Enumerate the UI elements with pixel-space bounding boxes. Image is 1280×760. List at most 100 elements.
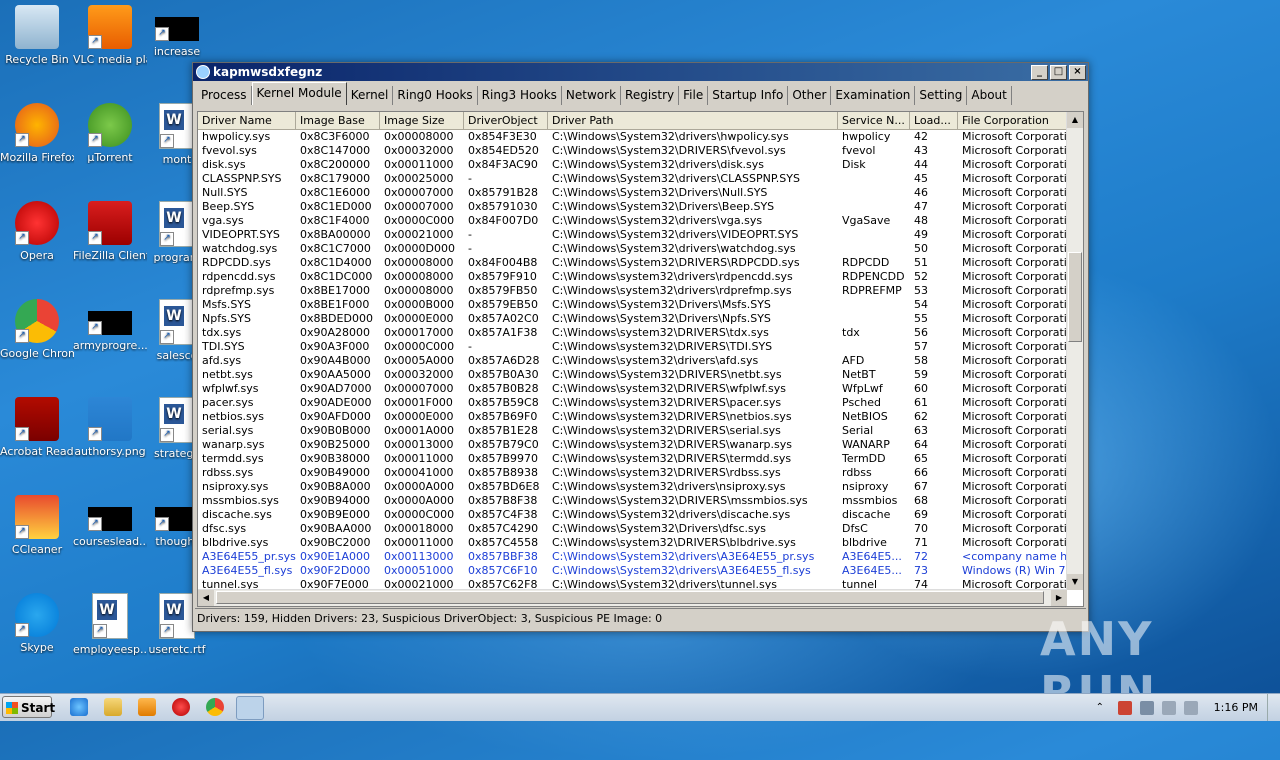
table-row[interactable]: wfplwf.sys 0x90AD7000 0x00007000 0x857B0B28… <box>198 382 1083 396</box>
desktop-icon-skype[interactable]: ↗ Skype <box>0 593 74 654</box>
tab-kernel-module[interactable]: Kernel Module <box>251 82 347 105</box>
internet-explorer-icon[interactable] <box>70 698 88 716</box>
column-header[interactable]: Load... <box>910 112 958 129</box>
desktop-icon-authorsy-png[interactable]: ↗ authorsy.png <box>73 397 147 458</box>
table-row[interactable]: vga.sys 0x8C1F4000 0x0000C000 0x84F007D0 C:\… <box>198 214 1083 228</box>
table-row[interactable]: afd.sys 0x90A4B000 0x0005A000 0x857A6D28 C:\… <box>198 354 1083 368</box>
table-row[interactable]: dfsc.sys 0x90BAA000 0x00018000 0x857C4290 C:… <box>198 522 1083 536</box>
desktop-icon-mozilla-firefox[interactable]: ↗ Mozilla Firefox <box>0 103 74 164</box>
close-button[interactable]: × <box>1069 65 1086 80</box>
tab-network[interactable]: Network <box>562 86 622 105</box>
vertical-scroll-thumb[interactable] <box>1068 252 1082 342</box>
table-row[interactable]: mssmbios.sys 0x90B94000 0x0000A000 0x857B8F… <box>198 494 1083 508</box>
column-header[interactable]: DriverObject <box>464 112 548 129</box>
running-app-icon[interactable] <box>236 696 264 720</box>
tab-ring0-hooks[interactable]: Ring0 Hooks <box>393 86 478 105</box>
show-desktop-button[interactable] <box>1267 694 1280 721</box>
table-cell: wfplwf.sys <box>202 382 259 395</box>
column-header[interactable]: Image Base <box>296 112 380 129</box>
desktop-icon-employeesp[interactable]: W ↗ employeesp... <box>73 593 147 656</box>
column-header[interactable]: Driver Name <box>198 112 296 129</box>
desktop-icon-increase[interactable]: ↗ increase <box>140 5 214 58</box>
start-button[interactable]: Start <box>2 696 55 718</box>
scroll-up-icon[interactable]: ▲ <box>1067 112 1083 128</box>
desktop-icon-label: armyprogre... <box>73 339 147 352</box>
desktop-icon-google-chrome[interactable]: ↗ Google Chrome <box>0 299 74 360</box>
table-cell: - <box>468 340 472 353</box>
tab-ring3-hooks[interactable]: Ring3 Hooks <box>478 86 562 105</box>
table-row[interactable]: netbt.sys 0x90AA5000 0x00032000 0x857B0A30 C… <box>198 368 1083 382</box>
table-row[interactable]: watchdog.sys 0x8C1C7000 0x0000D000- C:\Wind… <box>198 242 1083 256</box>
tray-network-icon[interactable] <box>1161 700 1176 715</box>
table-row[interactable]: hwpolicy.sys 0x8C3F6000 0x00008000 0x854F3E… <box>198 130 1083 144</box>
tray-expand-icon[interactable]: ⌃ <box>1096 701 1110 715</box>
scroll-down-icon[interactable]: ▼ <box>1067 574 1083 590</box>
table-row[interactable]: rdpencdd.sys 0x8C1DC000 0x00008000 0x8579F9… <box>198 270 1083 284</box>
explorer-icon[interactable] <box>104 698 122 716</box>
column-header[interactable]: File Corporation <box>958 112 1068 129</box>
table-cell: 0x8BE1F000 <box>300 298 370 311</box>
table-row[interactable]: disk.sys 0x8C200000 0x00011000 0x84F3AC90 C:… <box>198 158 1083 172</box>
tray-flag-icon[interactable] <box>1117 700 1132 715</box>
table-row[interactable]: netbios.sys 0x90AFD000 0x0000E000 0x857B69F… <box>198 410 1083 424</box>
acrobat-icon: ↗ <box>15 397 59 441</box>
desktop-icon-armyprogre[interactable]: ↗ armyprogre... <box>73 299 147 352</box>
chrome-icon[interactable] <box>206 698 224 716</box>
table-row[interactable]: VIDEOPRT.SYS 0x8BA00000 0x00021000 - C:\Wind… <box>198 228 1083 242</box>
table-row[interactable]: blbdrive.sys 0x90BC2000 0x00011000 0x857C45… <box>198 536 1083 550</box>
tab-setting[interactable]: Setting <box>915 86 968 105</box>
driver-list[interactable]: Driver Name Image Base Image Size DriverObj… <box>197 111 1084 607</box>
media-player-icon[interactable] <box>138 698 156 716</box>
table-row[interactable]: rdbss.sys 0x90B49000 0x00041000 0x857B8938 C… <box>198 466 1083 480</box>
table-row[interactable]: RDPCDD.sys 0x8C1D4000 0x00008000 0x84F004B8… <box>198 256 1083 270</box>
tab-file[interactable]: File <box>679 86 709 105</box>
table-row[interactable]: tdx.sys 0x90A28000 0x00017000 0x857A1F38 C:\… <box>198 326 1083 340</box>
title-bar[interactable]: kapmwsdxfegnz _ □ × <box>193 63 1088 81</box>
table-row[interactable]: fvevol.sys 0x8C147000 0x00032000 0x854ED520… <box>198 144 1083 158</box>
column-header[interactable]: Driver Path <box>548 112 838 129</box>
table-row[interactable]: serial.sys 0x90B0B000 0x0001A000 0x857B1E28… <box>198 424 1083 438</box>
tab-kernel[interactable]: Kernel <box>347 86 394 105</box>
desktop-icon-vlc-media-player[interactable]: ↗ VLC media player <box>73 5 147 66</box>
desktop-icon-recycle-bin[interactable]: Recycle Bin <box>0 5 74 66</box>
table-row[interactable]: pacer.sys 0x90ADE000 0x0001F000 0x857B59C8 C… <box>198 396 1083 410</box>
tray-monitor-icon[interactable] <box>1139 700 1154 715</box>
table-row[interactable]: Null.SYS 0x8C1E6000 0x00007000 0x85791B28 C:… <box>198 186 1083 200</box>
table-row[interactable]: A3E64E55_pr.sys 0x90E1A000 0x00113000 0x857… <box>198 550 1083 564</box>
column-header[interactable]: Image Size <box>380 112 464 129</box>
opera-icon[interactable] <box>172 698 190 716</box>
table-row[interactable]: termdd.sys 0x90B38000 0x00011000 0x857B9970… <box>198 452 1083 466</box>
minimize-button[interactable]: _ <box>1031 65 1048 80</box>
tab-process[interactable]: Process <box>197 86 252 105</box>
table-row[interactable]: Npfs.SYS 0x8BDED000 0x0000E000 0x857A02C0 C:… <box>198 312 1083 326</box>
tab-startup-info[interactable]: Startup Info <box>708 86 789 105</box>
table-row[interactable]: TDI.SYS 0x90A3F000 0x0000C000- C:\Windows\s… <box>198 340 1083 354</box>
desktop-icon--torrent[interactable]: ↗ µTorrent <box>73 103 147 164</box>
tab-registry[interactable]: Registry <box>621 86 680 105</box>
desktop-icon-filezilla-client[interactable]: ↗ FileZilla Client <box>73 201 147 262</box>
tab-examination[interactable]: Examination <box>831 86 916 105</box>
table-row[interactable]: Msfs.SYS 0x8BE1F000 0x0000B000 0x8579EB50 C:… <box>198 298 1083 312</box>
table-row[interactable]: discache.sys 0x90B9E000 0x0000C000 0x857C4F… <box>198 508 1083 522</box>
tray-volume-icon[interactable] <box>1183 700 1198 715</box>
scroll-right-icon[interactable]: ▶ <box>1051 590 1067 606</box>
table-row[interactable]: rdprefmp.sys 0x8BE17000 0x00008000 0x8579FB… <box>198 284 1083 298</box>
desktop-icon-ccleaner[interactable]: ↗ CCleaner <box>0 495 74 556</box>
tab-other[interactable]: Other <box>788 86 832 105</box>
desktop-icon-acrobat-reader-dc[interactable]: ↗ Acrobat Reader DC <box>0 397 74 458</box>
table-row[interactable]: wanarp.sys 0x90B25000 0x00013000 0x857B79C0… <box>198 438 1083 452</box>
desktop-icon-opera[interactable]: ↗ Opera <box>0 201 74 262</box>
horizontal-scroll-thumb[interactable] <box>216 591 1044 604</box>
maximize-button[interactable]: □ <box>1050 65 1067 80</box>
table-row[interactable]: Beep.SYS 0x8C1ED000 0x00007000 0x85791030 C:… <box>198 200 1083 214</box>
horizontal-scrollbar[interactable]: ◀ ▶ <box>198 589 1067 606</box>
vertical-scrollbar[interactable]: ▲ ▼ <box>1066 112 1083 590</box>
table-row[interactable]: CLASSPNP.SYS 0x8C179000 0x00025000 - C:\Wind… <box>198 172 1083 186</box>
table-row[interactable]: A3E64E55_fl.sys 0x90F2D000 0x00051000 0x857… <box>198 564 1083 578</box>
column-header[interactable]: Service N... <box>838 112 910 129</box>
tab-about[interactable]: About <box>967 86 1012 105</box>
desktop-icon-courseslead[interactable]: ↗ courseslead... <box>73 495 147 548</box>
table-row[interactable]: nsiproxy.sys 0x90B8A000 0x0000A000 0x857BD6… <box>198 480 1083 494</box>
scroll-left-icon[interactable]: ◀ <box>198 590 214 606</box>
clock[interactable]: 1:16 PM <box>1214 701 1258 714</box>
